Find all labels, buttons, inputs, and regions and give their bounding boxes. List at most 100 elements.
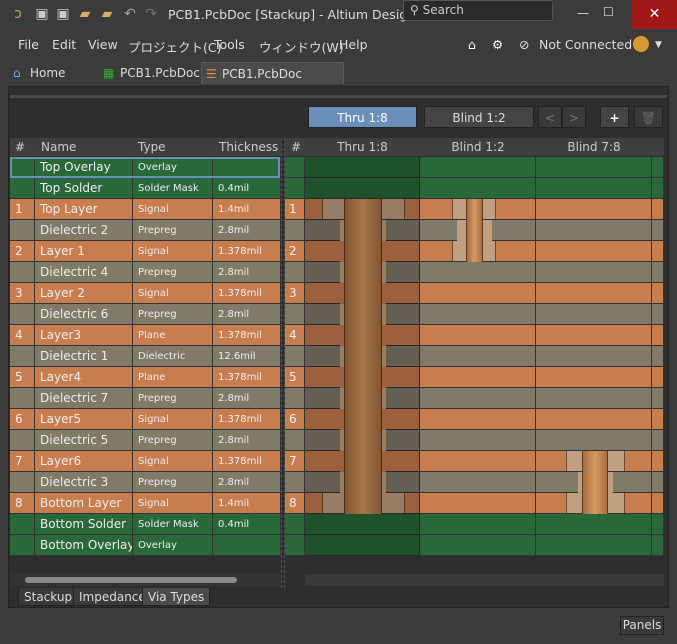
layer-name[interactable]: Dielectric 7 [35, 388, 133, 409]
layer-name[interactable]: Layer3 [35, 325, 133, 346]
home-icon[interactable]: ⌂ [468, 37, 476, 52]
layer-thickness[interactable]: 2.8mil [213, 472, 281, 493]
layer-thickness[interactable]: 1.378mil [213, 451, 281, 472]
layer-thickness[interactable]: 1.378mil [213, 241, 281, 262]
scroll-thumb[interactable] [25, 577, 237, 583]
layer-type[interactable]: Plane [133, 367, 213, 388]
add-via-button[interactable]: + [600, 106, 629, 128]
layer-type[interactable]: Signal [133, 493, 213, 514]
minimize-button[interactable]: — [577, 6, 589, 20]
via-header-blind-7-8[interactable]: Blind 7:8 [536, 138, 652, 156]
layer-name[interactable]: Bottom Layer [35, 493, 133, 514]
layer-type[interactable]: Prepreg [133, 262, 213, 283]
layer-thickness[interactable]: 1.378mil [213, 283, 281, 304]
menu-tools[interactable]: Tools [214, 37, 245, 52]
next-button[interactable]: > [562, 106, 586, 128]
layer-type[interactable]: Signal [133, 199, 213, 220]
menu-file[interactable]: File [18, 37, 39, 52]
layer-name[interactable]: Top Layer [35, 199, 133, 220]
panels-button[interactable]: Panels [620, 616, 664, 635]
connection-status[interactable]: Not Connected [539, 37, 632, 52]
bottom-tab-impedance[interactable]: Impedance [73, 588, 152, 606]
bottom-tab-stackup[interactable]: Stackup [18, 588, 79, 606]
layer-name[interactable]: Top Solder [35, 178, 133, 199]
col-header-num[interactable]: # [15, 138, 26, 156]
menu-help[interactable]: Help [339, 37, 368, 52]
layer-type[interactable]: Signal [133, 241, 213, 262]
layer-thickness[interactable]: 2.8mil [213, 304, 281, 325]
layer-thickness[interactable]: 1.378mil [213, 325, 281, 346]
layer-thickness[interactable]: 2.8mil [213, 388, 281, 409]
layer-thickness[interactable]: 2.8mil [213, 220, 281, 241]
via-blind-button[interactable]: Blind 1:2 [424, 106, 534, 128]
layer-type[interactable]: Signal [133, 283, 213, 304]
layer-thickness[interactable]: 0.4mil [213, 178, 281, 199]
layer-type[interactable]: Solder Mask [133, 514, 213, 535]
layer-type[interactable]: Plane [133, 325, 213, 346]
prev-button[interactable]: < [538, 106, 562, 128]
layer-name[interactable]: Dielectric 2 [35, 220, 133, 241]
via-thru-button[interactable]: Thru 1:8 [308, 106, 417, 128]
menu-edit[interactable]: Edit [52, 37, 76, 52]
layer-name[interactable]: Dielectric 6 [35, 304, 133, 325]
layer-type[interactable]: Solder Mask [133, 178, 213, 199]
tab-stackup[interactable]: ☰PCB1.PcbDoc [Stackup] [201, 62, 344, 103]
col-header-thickness[interactable]: Thickness [219, 138, 279, 156]
layer-thickness[interactable]: 1.4mil [213, 199, 281, 220]
col-header-type[interactable]: Type [138, 138, 166, 156]
tab-home-page[interactable]: ⌂Home Page [10, 62, 96, 102]
layer-type[interactable]: Signal [133, 409, 213, 430]
layer-name[interactable]: Dielectric 3 [35, 472, 133, 493]
chevron-down-icon[interactable]: ▼ [655, 40, 662, 50]
layer-type[interactable]: Dielectric [133, 346, 213, 367]
layer-type[interactable]: Prepreg [133, 388, 213, 409]
bottom-tab-via-types[interactable]: Via Types [142, 588, 211, 606]
layer-thickness[interactable]: 2.8mil [213, 430, 281, 451]
via-grid-cell [420, 430, 536, 451]
layer-type[interactable]: Prepreg [133, 220, 213, 241]
gear-icon[interactable]: ⚙ [492, 37, 503, 52]
layer-name[interactable]: Layer4 [35, 367, 133, 388]
left-hscrollbar[interactable] [10, 574, 281, 586]
home-icon: ⌂ [13, 66, 21, 80]
layer-type[interactable]: Overlay [133, 535, 213, 556]
layer-name[interactable]: Dielectric 1 [35, 346, 133, 367]
layer-name[interactable]: Dielectric 4 [35, 262, 133, 283]
menu-window[interactable]: ウィンドウ(W) [259, 37, 344, 56]
col-header-name[interactable]: Name [41, 138, 77, 156]
search-input[interactable]: ⚲ Search [403, 0, 553, 21]
layer-thickness[interactable]: 1.378mil [213, 409, 281, 430]
undo-icon[interactable]: ↶ [122, 6, 138, 22]
via-header-thru[interactable]: Thru 1:8 [305, 138, 420, 156]
layer-name[interactable]: Bottom Solder [35, 514, 133, 535]
layer-name[interactable]: Bottom Overlay [35, 535, 133, 556]
via-header-blind-1-2[interactable]: Blind 1:2 [420, 138, 536, 156]
selected-via-column[interactable] [305, 157, 420, 556]
maximize-button[interactable]: ☐ [603, 5, 614, 19]
open-project-icon[interactable]: ▰ [99, 6, 115, 22]
layer-thickness[interactable]: 0.4mil [213, 514, 281, 535]
layer-name[interactable]: Layer5 [35, 409, 133, 430]
save-icon[interactable]: ▣ [34, 6, 50, 22]
tab-pcb-doc[interactable]: ▦PCB1.PcbDoc * [100, 62, 200, 102]
layer-type[interactable]: Signal [133, 451, 213, 472]
open-icon[interactable]: ▰ [77, 6, 93, 22]
layer-name[interactable]: Layer6 [35, 451, 133, 472]
layer-type[interactable]: Prepreg [133, 430, 213, 451]
layer-thickness[interactable]: 12.6mil [213, 346, 281, 367]
layer-thickness[interactable]: 2.8mil [213, 262, 281, 283]
layer-thickness[interactable]: 1.378mil [213, 367, 281, 388]
right-hscrollbar[interactable] [305, 574, 664, 586]
save-all-icon[interactable]: ▣ [55, 6, 71, 22]
menu-view[interactable]: View [88, 37, 118, 52]
menu-project[interactable]: プロジェクト(C) [128, 37, 221, 56]
user-avatar[interactable] [633, 36, 649, 52]
layer-name[interactable]: Dielectric 5 [35, 430, 133, 451]
layer-name[interactable]: Layer 2 [35, 283, 133, 304]
layer-type[interactable]: Prepreg [133, 472, 213, 493]
layer-thickness[interactable]: 1.4mil [213, 493, 281, 514]
layer-thickness[interactable] [213, 535, 281, 556]
close-button[interactable]: ✕ [632, 0, 677, 29]
layer-name[interactable]: Layer 1 [35, 241, 133, 262]
layer-type[interactable]: Prepreg [133, 304, 213, 325]
